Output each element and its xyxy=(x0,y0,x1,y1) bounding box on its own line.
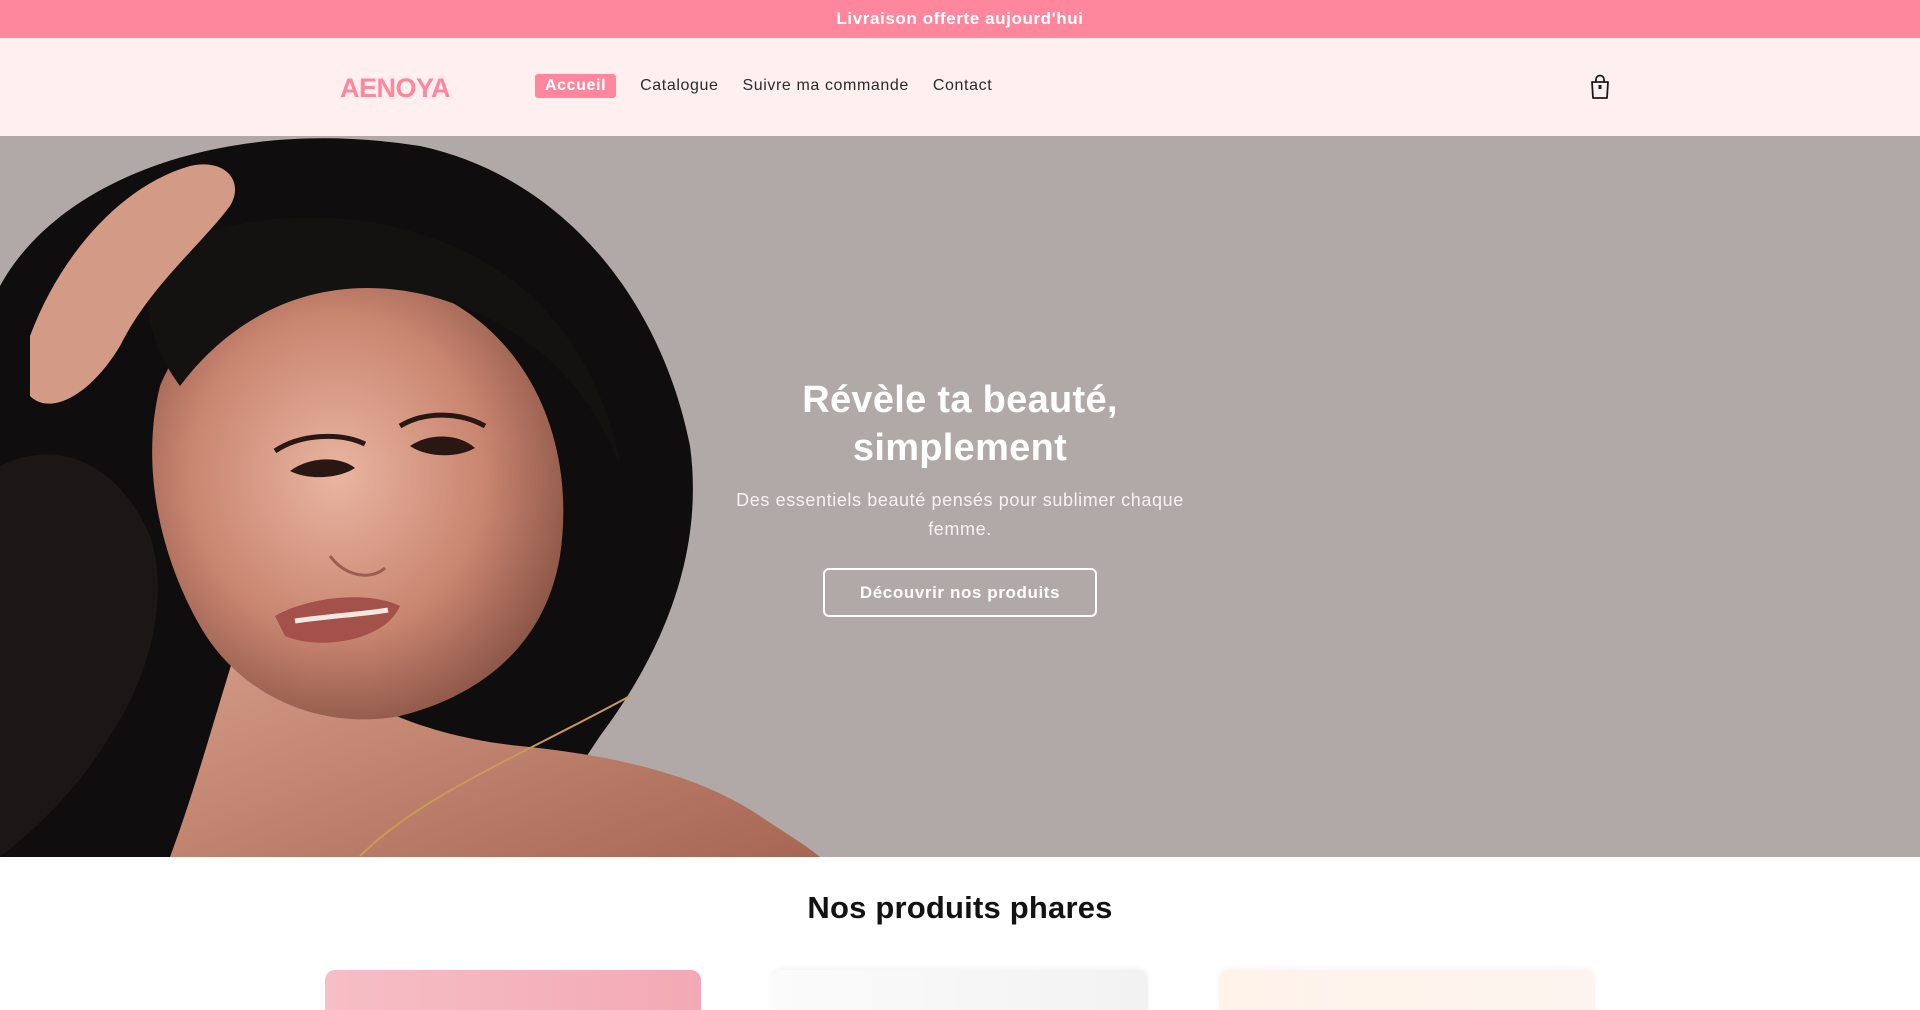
discover-products-button[interactable]: Découvrir nos produits xyxy=(823,568,1097,617)
hero-banner: Révèle ta beauté, simplement Des essenti… xyxy=(0,136,1920,857)
svg-text:AENOYA: AENOYA xyxy=(340,73,450,102)
announcement-bar: Livraison offerte aujourd'hui xyxy=(0,0,1920,38)
featured-section-title: Nos produits phares xyxy=(807,890,1113,925)
main-nav: Accueil Catalogue Suivre ma commande Con… xyxy=(535,74,1016,98)
nav-item-catalogue[interactable]: Catalogue xyxy=(640,74,718,98)
hero-content: Révèle ta beauté, simplement Des essenti… xyxy=(710,376,1210,617)
announcement-text: Livraison offerte aujourd'hui xyxy=(836,9,1084,28)
product-card[interactable] xyxy=(772,970,1148,1010)
hero-subtitle: Des essentiels beauté pensés pour sublim… xyxy=(736,490,1184,539)
nav-item-accueil[interactable]: Accueil xyxy=(535,74,617,98)
cart-button[interactable] xyxy=(1587,72,1613,102)
product-card[interactable] xyxy=(325,970,701,1010)
shopping-bag-icon xyxy=(1591,74,1609,99)
hero-title-line2: simplement xyxy=(852,427,1068,469)
logo-wordmark: AENOYA xyxy=(340,73,451,102)
hero-title: Révèle ta beauté, simplement xyxy=(710,376,1210,472)
brand-logo[interactable]: AENOYA xyxy=(340,72,466,102)
site-header: AENOYA Accueil Catalogue Suivre ma comma… xyxy=(0,38,1920,136)
nav-item-contact[interactable]: Contact xyxy=(933,74,992,98)
hero-title-line1: Révèle ta beauté, xyxy=(802,379,1118,421)
nav-item-suivre-commande[interactable]: Suivre ma commande xyxy=(742,74,908,98)
product-card[interactable] xyxy=(1219,970,1595,1010)
